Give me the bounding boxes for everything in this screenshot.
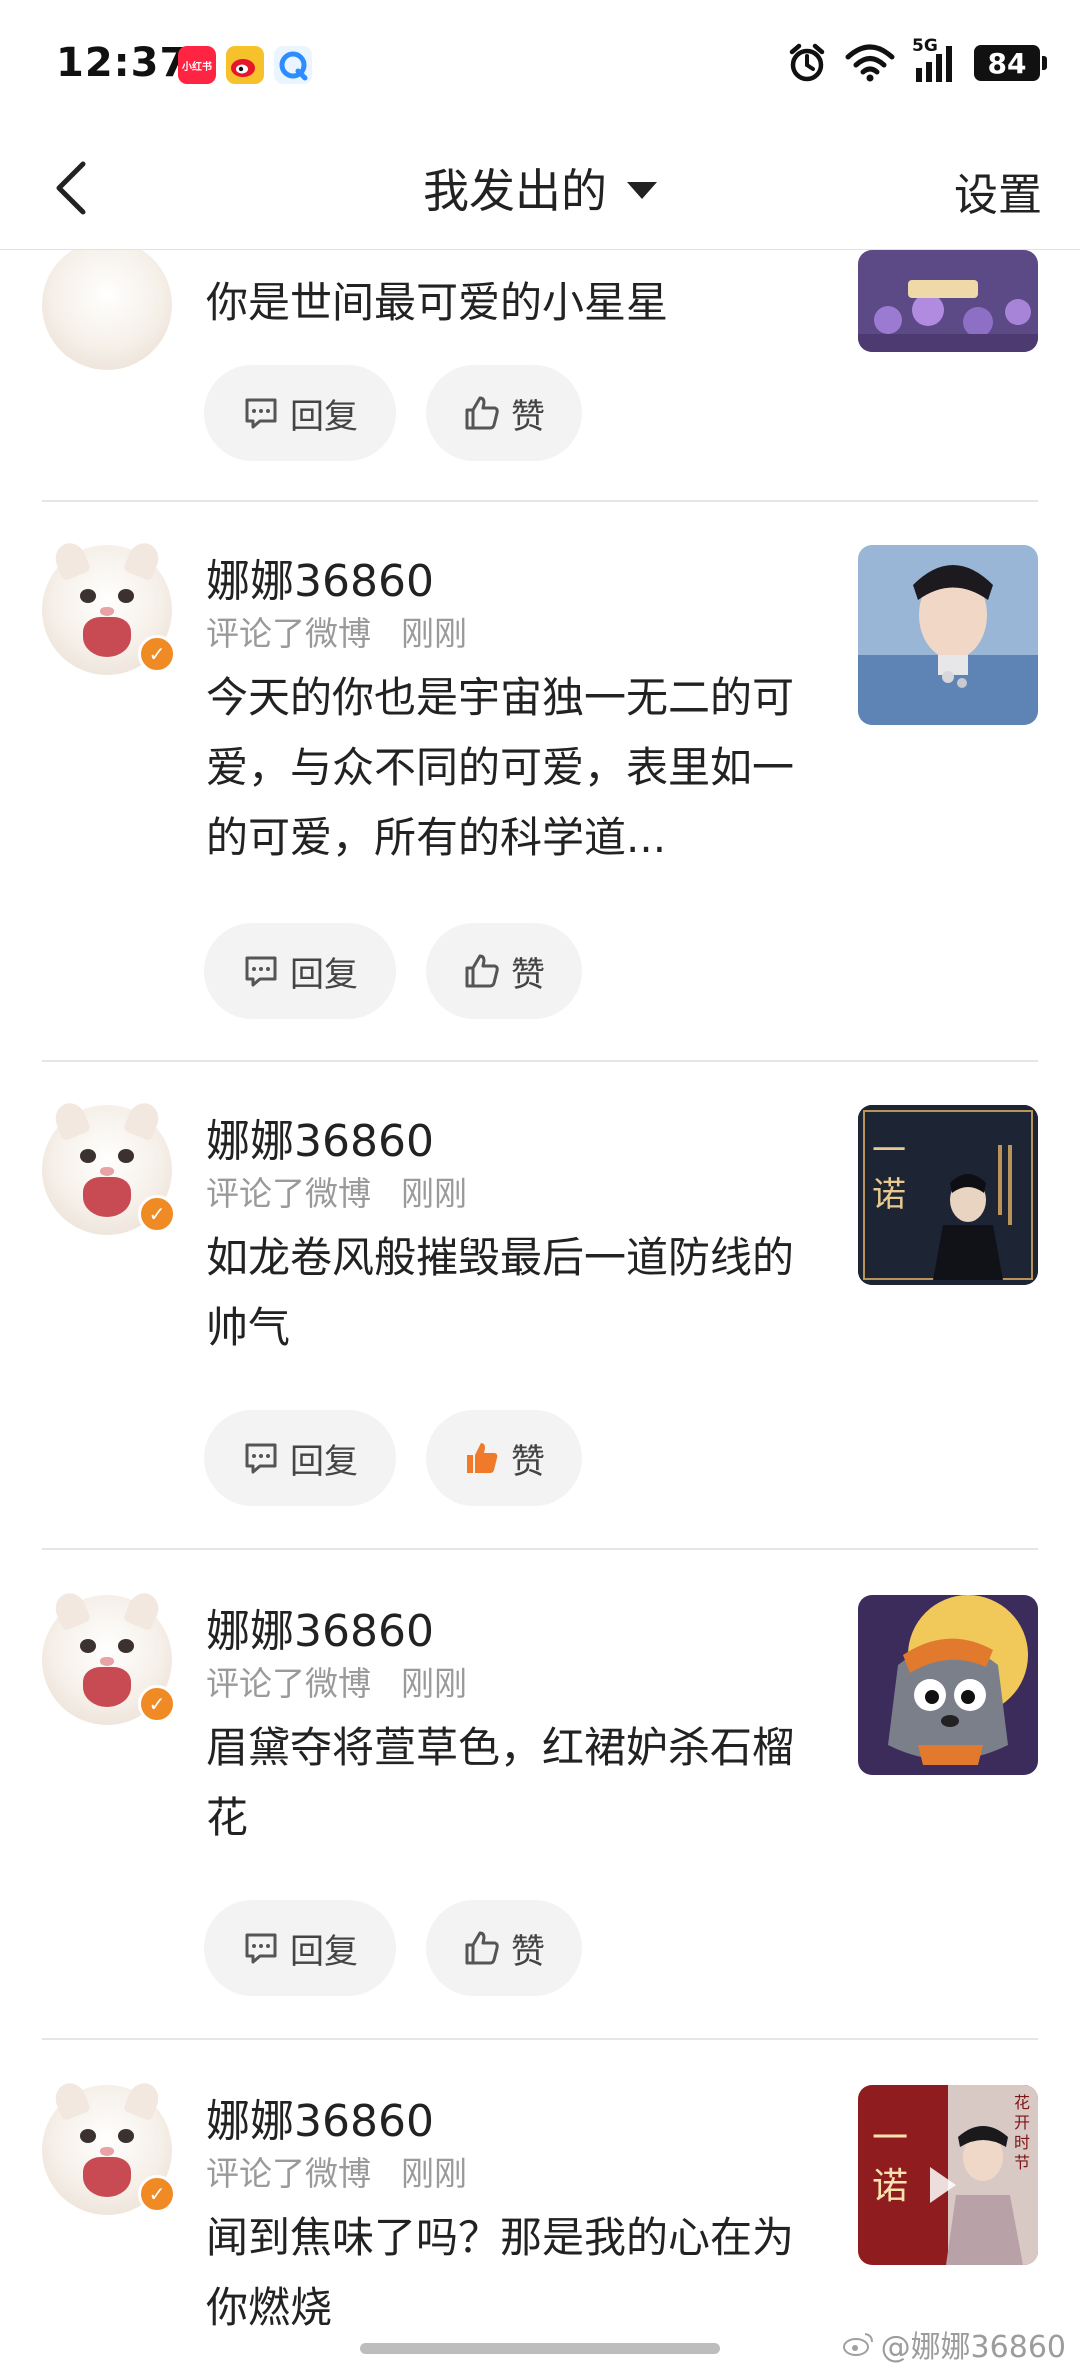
username[interactable]: 娜娜36860: [206, 1105, 434, 1169]
battery-indicator: 84: [974, 45, 1047, 81]
avatar[interactable]: [42, 250, 172, 370]
divider: [42, 1060, 1038, 1062]
avatar[interactable]: ✓: [42, 1098, 176, 1235]
like-button[interactable]: 赞: [426, 365, 582, 461]
comment-meta: 评论了微博 刚刚: [206, 1664, 467, 1703]
thumbs-up-icon: [463, 1929, 501, 1967]
network-type: 5G: [912, 36, 938, 56]
xiaohongshu-icon: 小红书: [178, 46, 216, 84]
reply-button[interactable]: 回复: [204, 1410, 396, 1506]
divider: [42, 500, 1038, 502]
comment-text: 你是世间最可爱的小星星: [206, 278, 669, 327]
caret-down-icon: [627, 181, 657, 199]
comment-text: 眉黛夺将萱草色，红裙妒杀石榴花: [206, 1723, 795, 1842]
reply-button[interactable]: 回复: [204, 365, 396, 461]
qq-browser-icon: [274, 46, 312, 84]
divider: [42, 2038, 1038, 2040]
watermark: @娜娜36860: [841, 2322, 1066, 2366]
title-dropdown[interactable]: 我发出的: [423, 155, 657, 221]
status-time: 12:37: [56, 40, 189, 86]
avatar[interactable]: ✓: [42, 2078, 176, 2215]
comment-meta: 评论了微博 刚刚: [206, 614, 467, 653]
username[interactable]: 娜娜36860: [206, 2085, 434, 2149]
divider: [42, 1548, 1038, 1550]
like-button[interactable]: 赞: [426, 1900, 582, 1996]
verified-badge-icon: ✓: [138, 1685, 176, 1723]
verified-badge-icon: ✓: [138, 635, 176, 673]
wifi-icon: [845, 44, 895, 82]
thumbs-up-icon: [463, 394, 501, 432]
weibo-icon: [226, 46, 264, 84]
comment-icon: [242, 952, 280, 990]
comment-text: 如龙卷风般摧毁最后一道防线的帅气: [206, 1233, 795, 1352]
status-indicators: 5G 84: [786, 36, 1047, 88]
like-button[interactable]: 赞: [426, 923, 582, 1019]
alarm-icon: [789, 43, 825, 82]
comment-icon: [242, 1439, 280, 1477]
thumbs-up-icon: [463, 952, 501, 990]
status-bar: 12:37 小红书 5G 84: [0, 0, 1080, 125]
reply-button[interactable]: 回复: [204, 923, 396, 1019]
thumbnail-title: 一诺: [872, 1131, 906, 1215]
verified-badge-icon: ✓: [138, 2175, 176, 2213]
comment-text: 闻到焦味了吗？那是我的心在为你燃烧: [206, 2213, 795, 2330]
username[interactable]: 娜娜36860: [206, 1595, 434, 1659]
nav-bar: 我发出的 设置: [0, 125, 1080, 250]
thumbnail-side-text: 花开时节: [1014, 2093, 1031, 2172]
like-button[interactable]: 赞: [426, 1410, 582, 1506]
post-thumbnail[interactable]: 一诺: [858, 1105, 1038, 1285]
post-thumbnail[interactable]: [858, 545, 1038, 725]
comment-meta: 评论了微博 刚刚: [206, 1174, 467, 1213]
avatar[interactable]: ✓: [42, 538, 176, 675]
post-thumbnail[interactable]: [858, 250, 1038, 352]
comment-icon: [242, 394, 280, 432]
post-thumbnail[interactable]: 一诺 花开时节: [858, 2085, 1038, 2265]
avatar[interactable]: ✓: [42, 1588, 176, 1725]
post-thumbnail[interactable]: [858, 1595, 1038, 1775]
reply-button[interactable]: 回复: [204, 1900, 396, 1996]
page-title: 我发出的: [423, 164, 607, 218]
username[interactable]: 娜娜36860: [206, 545, 434, 609]
verified-badge-icon: ✓: [138, 1195, 176, 1233]
comment-meta: 评论了微博 刚刚: [206, 2154, 467, 2193]
comment-icon: [242, 1929, 280, 1967]
settings-button[interactable]: 设置: [954, 159, 1042, 223]
thumbs-up-filled-icon: [463, 1439, 501, 1477]
weibo-logo-icon: [842, 2333, 873, 2356]
comment-text: 今天的你也是宇宙独一无二的可爱，与众不同的可爱，表里如一的可爱，所有的科学道..…: [206, 673, 795, 862]
home-indicator[interactable]: [360, 2343, 720, 2354]
signal-icon: 5G: [912, 36, 958, 84]
thumbnail-title: 一诺: [872, 2118, 909, 2207]
comment-feed[interactable]: 你是世间最可爱的小星星 回复 赞 ✓ 娜娜36860 评论了微博 刚刚 今天的你也…: [0, 250, 1080, 2330]
